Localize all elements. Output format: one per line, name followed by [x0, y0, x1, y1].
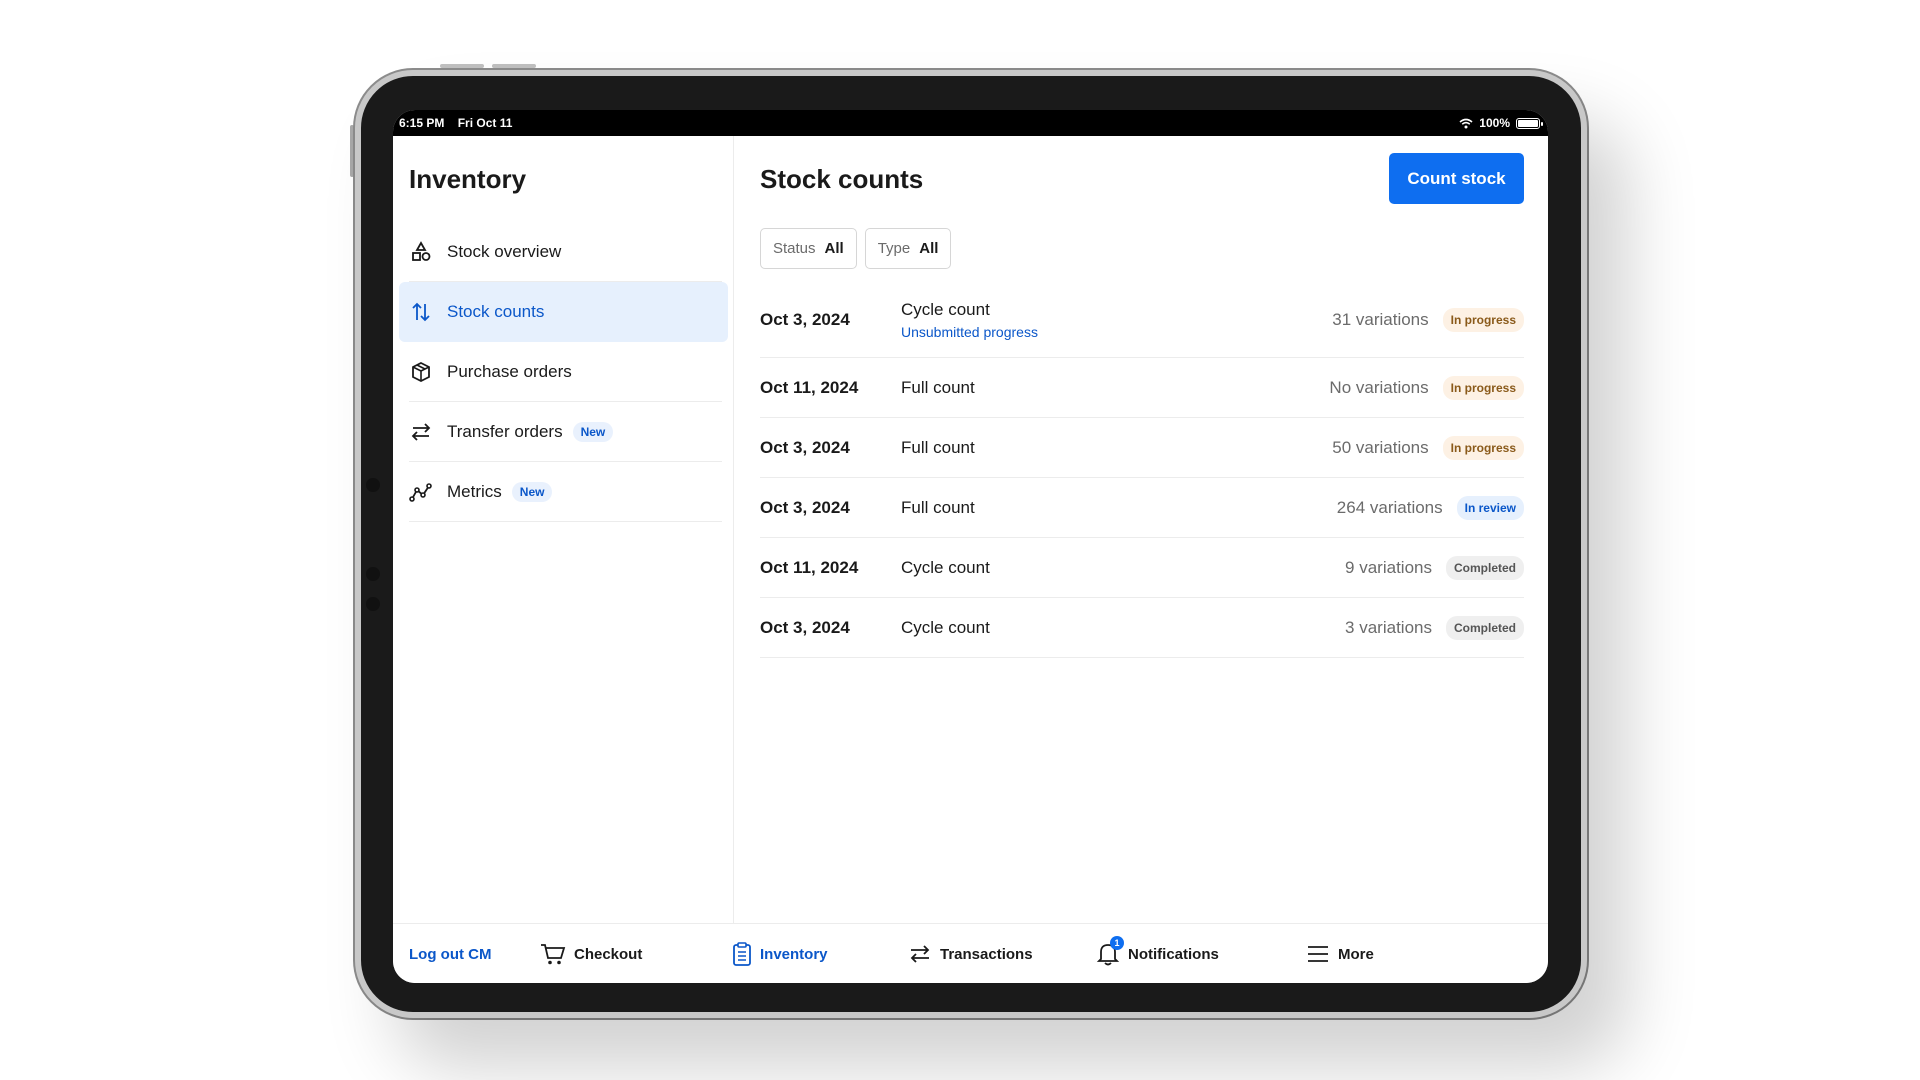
sidebar-nav: Stock overview Stock counts Purchase ord…: [399, 222, 728, 522]
count-date: Oct 3, 2024: [760, 497, 850, 517]
count-date: Oct 11, 2024: [760, 557, 859, 577]
type-filter[interactable]: Type All: [864, 228, 952, 269]
variations-count: 9 variations: [1345, 557, 1432, 577]
status-badge: In progress: [1442, 435, 1524, 460]
tab-label: Transactions: [940, 945, 1033, 963]
shapes-icon: [409, 240, 433, 264]
new-badge: New: [572, 422, 614, 442]
sidebar: Inventory Stock overview Stock counts Pu…: [393, 136, 734, 923]
filter-bar: Status All Type All: [760, 228, 952, 269]
sidebar-item-transfer-orders[interactable]: Transfer orders New: [399, 402, 728, 462]
tab-label: More: [1338, 945, 1374, 963]
list-item[interactable]: Oct 3, 2024 Cycle count Unsubmitted prog…: [760, 282, 1524, 358]
list-item[interactable]: Oct 3, 2024 Cycle count 3 variations Com…: [760, 598, 1524, 658]
sidebar-item-label: Stock counts: [447, 302, 545, 321]
device-side-button: [350, 125, 354, 177]
count-type-label: Full count: [901, 497, 975, 517]
logout-button[interactable]: Log out CM: [409, 924, 491, 983]
status-badge: In progress: [1442, 307, 1524, 332]
new-badge: New: [511, 482, 553, 502]
count-type-label: Cycle count: [901, 557, 990, 577]
box-icon: [409, 360, 433, 384]
tab-inventory[interactable]: Inventory: [732, 924, 828, 983]
stock-count-list: Oct 3, 2024 Cycle count Unsubmitted prog…: [760, 282, 1524, 658]
device-camera-dot-2: [366, 567, 380, 581]
device-top-button-2: [492, 64, 536, 68]
filter-label: Type: [877, 240, 911, 257]
tab-transactions[interactable]: Transactions: [908, 924, 1033, 983]
count-date: Oct 3, 2024: [760, 437, 850, 457]
variations-count: 264 variations: [1336, 497, 1443, 517]
count-date: Oct 11, 2024: [760, 377, 859, 397]
sidebar-item-label: Stock overview: [447, 242, 562, 261]
status-badge: In progress: [1442, 375, 1524, 400]
variations-count: 50 variations: [1332, 437, 1429, 457]
main-panel: Stock counts Count stock Status All Type…: [734, 136, 1548, 923]
status-time: 6:15 PM: [399, 116, 445, 130]
tab-more[interactable]: More: [1306, 924, 1374, 983]
filter-value: All: [824, 240, 844, 257]
list-item[interactable]: Oct 3, 2024 Full count 50 variations In …: [760, 418, 1524, 478]
swap-arrows-icon: [910, 945, 930, 963]
status-bar: 6:15 PM Fri Oct 11 100%: [393, 110, 1548, 136]
sidebar-item-label: Metrics: [447, 482, 502, 501]
count-date: Oct 3, 2024: [760, 309, 850, 329]
filter-label: Status: [773, 240, 816, 257]
cart-icon: [541, 944, 566, 965]
status-date: Fri Oct 11: [457, 116, 513, 130]
sidebar-item-stock-counts[interactable]: Stock counts: [399, 282, 728, 342]
bottom-tab-bar: Log out CM Checkout Inventory Transactio…: [393, 923, 1548, 983]
sidebar-item-purchase-orders[interactable]: Purchase orders: [399, 342, 728, 402]
status-badge: In review: [1456, 495, 1524, 520]
sidebar-title: Inventory: [409, 164, 527, 194]
variations-count: 31 variations: [1332, 309, 1429, 329]
device-camera-dot-1: [366, 478, 380, 492]
list-item[interactable]: Oct 11, 2024 Cycle count 9 variations Co…: [760, 538, 1524, 598]
bell-icon-wrap: 1: [1096, 936, 1128, 967]
unsubmitted-progress-link[interactable]: Unsubmitted progress: [901, 324, 1332, 340]
status-filter[interactable]: Status All: [760, 228, 857, 269]
notification-count-badge: 1: [1110, 936, 1124, 950]
variations-count: 3 variations: [1345, 617, 1432, 637]
count-type-label: Full count: [901, 437, 975, 457]
count-date: Oct 3, 2024: [760, 617, 850, 637]
device-top-button-1: [440, 64, 484, 68]
tab-checkout[interactable]: Checkout: [540, 924, 642, 983]
count-type-label: Full count: [901, 377, 975, 397]
tab-label: Notifications: [1128, 945, 1219, 963]
battery-percent: 100%: [1479, 116, 1510, 130]
tab-label: Checkout: [574, 945, 643, 963]
swap-arrows-icon: [409, 420, 433, 444]
count-type: Cycle count Unsubmitted progress: [901, 300, 1332, 340]
menu-icon: [1308, 946, 1328, 962]
sidebar-item-label: Purchase orders: [447, 362, 572, 381]
sort-arrows-icon: [409, 300, 433, 324]
tab-label: Inventory: [760, 945, 828, 963]
battery-icon: [1516, 117, 1543, 129]
status-badge: Completed: [1445, 555, 1524, 580]
line-chart-icon: [409, 480, 433, 504]
count-type-label: Cycle count: [901, 299, 990, 319]
sidebar-item-metrics[interactable]: Metrics New: [399, 462, 728, 522]
sidebar-item-stock-overview[interactable]: Stock overview: [399, 222, 728, 282]
count-type-label: Cycle count: [901, 617, 990, 637]
page-title: Stock counts: [760, 164, 924, 194]
list-item[interactable]: Oct 3, 2024 Full count 264 variations In…: [760, 478, 1524, 538]
wifi-icon: [1459, 118, 1473, 128]
filter-value: All: [919, 240, 939, 257]
list-item[interactable]: Oct 11, 2024 Full count No variations In…: [760, 358, 1524, 418]
device-camera-dot-3: [366, 597, 380, 611]
count-stock-button[interactable]: Count stock: [1389, 153, 1524, 204]
clipboard-icon: [733, 942, 751, 966]
variations-count: No variations: [1329, 377, 1429, 397]
status-badge: Completed: [1445, 615, 1524, 640]
tab-notifications[interactable]: 1 Notifications: [1096, 924, 1219, 983]
tablet-screen: 6:15 PM Fri Oct 11 100% Inventory Stock …: [393, 110, 1548, 983]
sidebar-item-label: Transfer orders: [447, 422, 563, 441]
